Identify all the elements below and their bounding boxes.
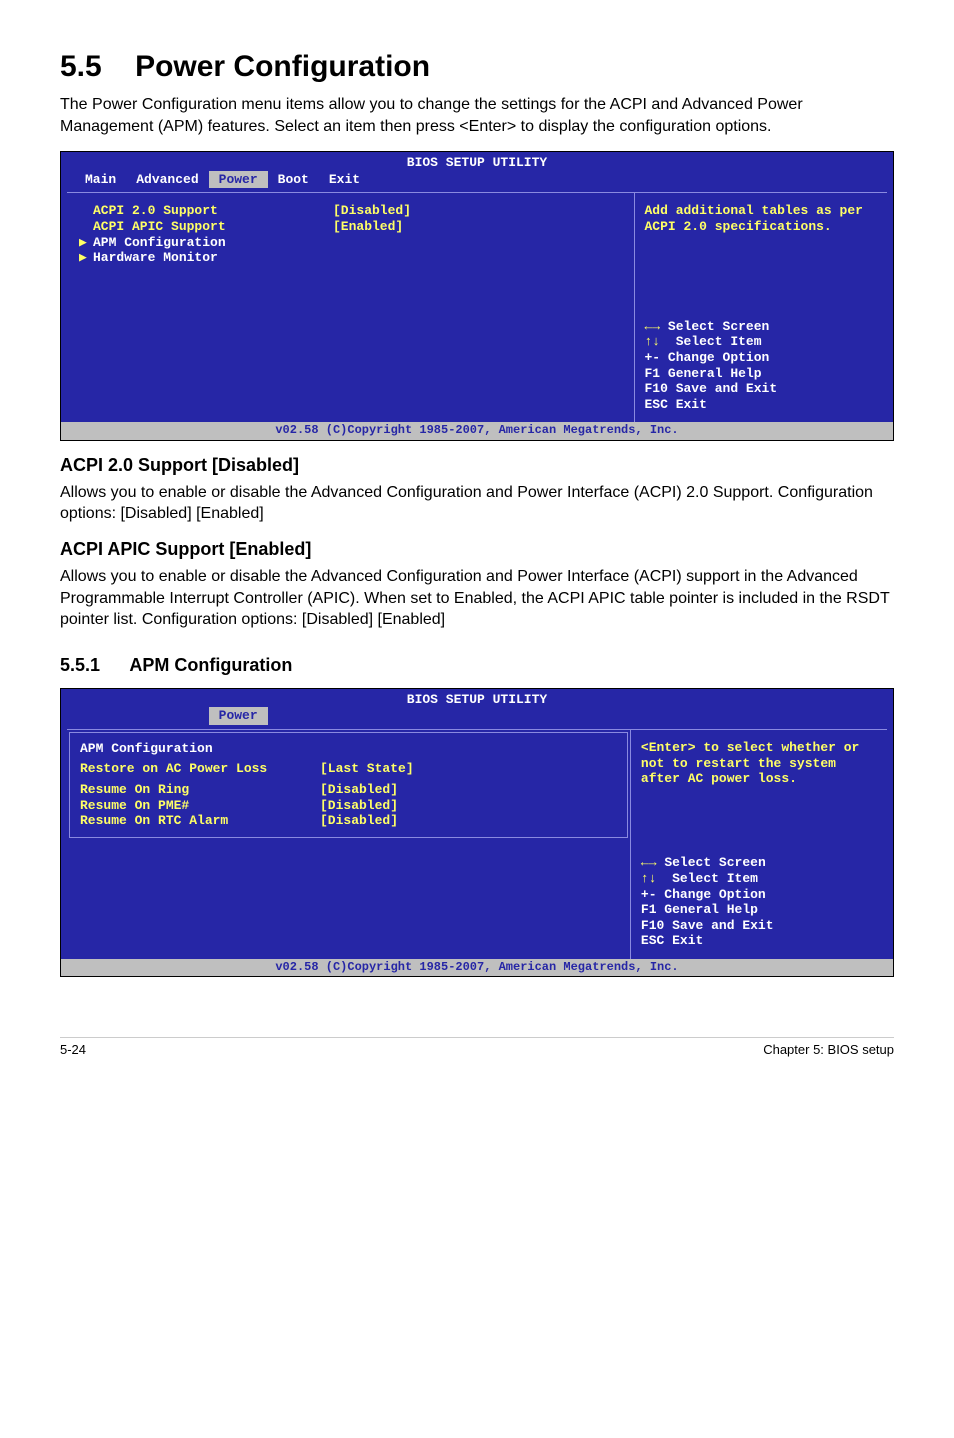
bios-tab-exit: Exit (319, 171, 370, 189)
bios-item-value: [Disabled] (320, 813, 398, 829)
submenu-arrow-icon: ▶ (79, 235, 93, 251)
bios-left-panel: APM Configuration Restore on AC Power Lo… (67, 729, 631, 959)
section-number: 5.5 (60, 50, 102, 83)
bios-item-value: [Disabled] (333, 203, 411, 219)
subheading-acpi20: ACPI 2.0 Support [Disabled] (60, 455, 894, 476)
bios-row: Resume On RTC Alarm [Disabled] (80, 813, 617, 829)
bios-item-label: Restore on AC Power Loss (80, 761, 320, 777)
bios-subtitle: APM Configuration (80, 741, 617, 757)
bios-row: Restore on AC Power Loss [Last State] (80, 761, 617, 777)
bios-item-value: [Enabled] (333, 219, 403, 235)
bios-item-label: APM Configuration (93, 235, 333, 251)
bios-title: BIOS SETUP UTILITY (61, 152, 893, 171)
submenu-arrow-icon: ▶ (79, 250, 93, 266)
legend-line: Select Item (676, 334, 762, 349)
section-name: Power Configuration (135, 50, 430, 83)
arrows-ud-icon: ↑↓ (641, 871, 657, 886)
bios-help-panel: Add additional tables as per ACPI 2.0 sp… (635, 192, 888, 422)
footer-rule (60, 1037, 894, 1038)
spacer (79, 219, 93, 235)
bios-item-value: [Disabled] (320, 798, 398, 814)
page-number: 5-24 (60, 1042, 86, 1057)
bios-key-legend: ←→ Select Screen ↑↓ Select Item +- Chang… (645, 319, 878, 413)
bios-item-label: Resume On PME# (80, 798, 320, 814)
bios-row: ▶ APM Configuration (79, 235, 622, 251)
bios-screenshot-apm: BIOS SETUP UTILITY Main Advanced Power A… (60, 688, 894, 978)
bios-item-value: [Last State] (320, 761, 414, 777)
bios-tab-power: Power (209, 707, 268, 725)
bios-left-panel: ACPI 2.0 Support [Disabled] ACPI APIC Su… (67, 192, 635, 422)
legend-line: Select Screen (668, 319, 769, 334)
bios-title: BIOS SETUP UTILITY (61, 689, 893, 708)
bios-item-label: ACPI APIC Support (93, 219, 333, 235)
bios-tab-bar: Main Advanced Power Boot Exit (61, 171, 893, 193)
bios-tab-bar: Main Advanced Power (61, 707, 893, 729)
bios-screenshot-power: BIOS SETUP UTILITY Main Advanced Power B… (60, 151, 894, 441)
section-intro: The Power Configuration menu items allow… (60, 94, 894, 137)
paragraph-acpi20: Allows you to enable or disable the Adva… (60, 482, 894, 525)
subheading-acpiapic: ACPI APIC Support [Enabled] (60, 539, 894, 560)
bios-key-legend: ←→ Select Screen ↑↓ Select Item +- Chang… (641, 855, 877, 949)
legend-line: F1 General Help (641, 902, 877, 918)
chapter-label: Chapter 5: BIOS setup (763, 1042, 894, 1057)
bios-footer: v02.58 (C)Copyright 1985-2007, American … (61, 959, 893, 976)
bios-row: Resume On Ring [Disabled] (80, 782, 617, 798)
bios-help-text: <Enter> to select whether or not to rest… (641, 740, 877, 787)
legend-line: ESC Exit (645, 397, 878, 413)
bios-item-label: Resume On Ring (80, 782, 320, 798)
bios-help-panel: <Enter> to select whether or not to rest… (631, 729, 887, 959)
legend-line: F10 Save and Exit (641, 918, 877, 934)
legend-line: Select Screen (664, 855, 765, 870)
subsection-number: 5.5.1 (60, 655, 100, 675)
bios-item-value: [Disabled] (320, 782, 398, 798)
bios-row: ▶ Hardware Monitor (79, 250, 622, 266)
paragraph-acpiapic: Allows you to enable or disable the Adva… (60, 566, 894, 631)
bios-tab-advanced: Advanced (126, 171, 208, 189)
legend-line: F10 Save and Exit (645, 381, 878, 397)
bios-help-text: Add additional tables as per ACPI 2.0 sp… (645, 203, 878, 234)
bios-item-label: Hardware Monitor (93, 250, 333, 266)
arrows-ud-icon: ↑↓ (645, 334, 661, 349)
bios-row: ACPI APIC Support [Enabled] (79, 219, 622, 235)
subsection-name: APM Configuration (129, 655, 292, 675)
page-footer: 5-24 Chapter 5: BIOS setup (60, 1042, 894, 1087)
legend-line: +- Change Option (645, 350, 878, 366)
legend-line: Select Item (672, 871, 758, 886)
bios-footer: v02.58 (C)Copyright 1985-2007, American … (61, 422, 893, 439)
legend-line: ESC Exit (641, 933, 877, 949)
legend-line: +- Change Option (641, 887, 877, 903)
arrows-lr-icon: ←→ (641, 855, 657, 870)
bios-row: Resume On PME# [Disabled] (80, 798, 617, 814)
bios-item-label: ACPI 2.0 Support (93, 203, 333, 219)
spacer (79, 203, 93, 219)
bios-tab-main: Main (75, 171, 126, 189)
arrows-lr-icon: ←→ (645, 319, 661, 334)
bios-item-label: Resume On RTC Alarm (80, 813, 320, 829)
bios-row: ACPI 2.0 Support [Disabled] (79, 203, 622, 219)
bios-tab-boot: Boot (268, 171, 319, 189)
legend-line: F1 General Help (645, 366, 878, 382)
section-title: 5.5 Power Configuration (60, 50, 894, 84)
subsection-title: 5.5.1 APM Configuration (60, 655, 894, 676)
bios-tab-power: Power (209, 171, 268, 189)
